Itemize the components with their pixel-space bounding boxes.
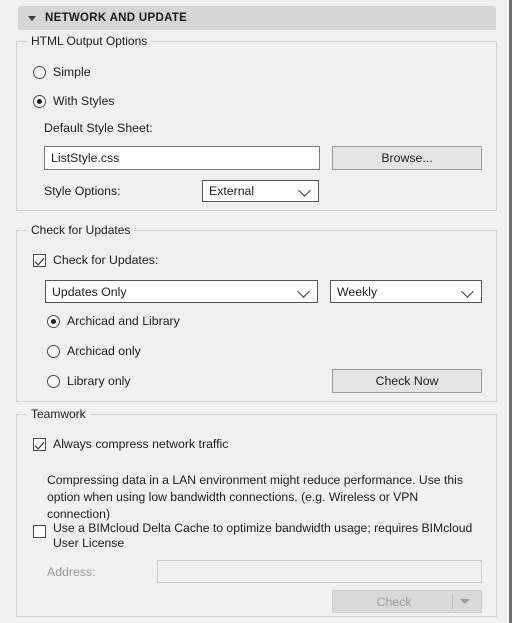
label-address: Address:: [47, 565, 96, 579]
style-options-value: External: [209, 184, 255, 198]
radio-library-only-indicator[interactable]: [47, 375, 60, 388]
check-now-button-label: Check Now: [375, 374, 439, 388]
group-label-check-for-updates: Check for Updates: [27, 223, 135, 237]
checkbox-always-compress[interactable]: Always compress network traffic: [33, 437, 228, 451]
section-header-network-and-update[interactable]: NETWORK AND UPDATE: [18, 6, 496, 30]
radio-archicad-and-library-label: Archicad and Library: [67, 314, 180, 328]
update-frequency-select[interactable]: Weekly: [330, 280, 482, 303]
checkbox-always-compress-indicator[interactable]: [33, 438, 46, 451]
group-label-html-output-options: HTML Output Options: [27, 34, 152, 48]
triangle-down-icon[interactable]: [28, 15, 36, 21]
radio-with-styles-indicator[interactable]: [33, 95, 46, 108]
chevron-down-icon[interactable]: [297, 284, 310, 298]
checkbox-bimcloud-delta-cache-indicator[interactable]: [33, 525, 46, 538]
checkbox-bimcloud-delta-cache[interactable]: Use a BIMcloud Delta Cache to optimize b…: [33, 521, 473, 551]
check-button-label: Check: [376, 594, 412, 609]
browse-button-label: Browse...: [381, 151, 433, 165]
radio-simple-indicator[interactable]: [33, 66, 46, 79]
group-label-teamwork: Teamwork: [27, 407, 90, 421]
radio-simple-label: Simple: [53, 65, 91, 79]
checkbox-always-compress-label: Always compress network traffic: [53, 437, 229, 451]
check-button-divider: [452, 594, 453, 609]
label-style-options: Style Options:: [44, 184, 121, 198]
check-button[interactable]: Check: [332, 590, 482, 613]
browse-button[interactable]: Browse...: [332, 146, 482, 170]
chevron-down-icon[interactable]: [298, 184, 311, 197]
default-style-sheet-value: ListStyle.css: [51, 151, 120, 165]
radio-archicad-only-label: Archicad only: [67, 344, 141, 358]
chevron-down-icon[interactable]: [461, 284, 474, 298]
checkbox-bimcloud-delta-cache-label: Use a BIMcloud Delta Cache to optimize b…: [53, 521, 473, 550]
triangle-down-icon[interactable]: [460, 598, 470, 604]
radio-library-only[interactable]: Library only: [47, 374, 131, 388]
label-default-style-sheet: Default Style Sheet:: [44, 121, 153, 135]
radio-archicad-and-library[interactable]: Archicad and Library: [47, 314, 180, 328]
check-now-button[interactable]: Check Now: [332, 369, 482, 393]
section-title: NETWORK AND UPDATE: [45, 12, 188, 24]
update-scope-value: Updates Only: [52, 284, 127, 299]
radio-simple[interactable]: Simple: [33, 65, 91, 79]
checkbox-check-for-updates-label: Check for Updates:: [53, 253, 159, 267]
radio-archicad-only-indicator[interactable]: [47, 345, 60, 358]
update-scope-select[interactable]: Updates Only: [45, 280, 318, 303]
radio-archicad-only[interactable]: Archicad only: [47, 344, 141, 358]
default-style-sheet-input[interactable]: ListStyle.css: [44, 146, 320, 170]
compress-help-text: Compressing data in a LAN environment mi…: [47, 473, 463, 521]
checkbox-check-for-updates[interactable]: Check for Updates:: [33, 253, 158, 267]
radio-archicad-and-library-indicator[interactable]: [47, 315, 60, 328]
update-frequency-value: Weekly: [337, 284, 378, 299]
address-input[interactable]: [157, 560, 482, 583]
radio-library-only-label: Library only: [67, 374, 131, 388]
radio-with-styles-label: With Styles: [53, 94, 115, 108]
style-options-select[interactable]: External: [202, 180, 319, 202]
radio-with-styles[interactable]: With Styles: [33, 94, 115, 108]
network-and-update-panel: NETWORK AND UPDATE HTML Output Options S…: [0, 0, 512, 623]
checkbox-check-for-updates-indicator[interactable]: [33, 254, 46, 267]
